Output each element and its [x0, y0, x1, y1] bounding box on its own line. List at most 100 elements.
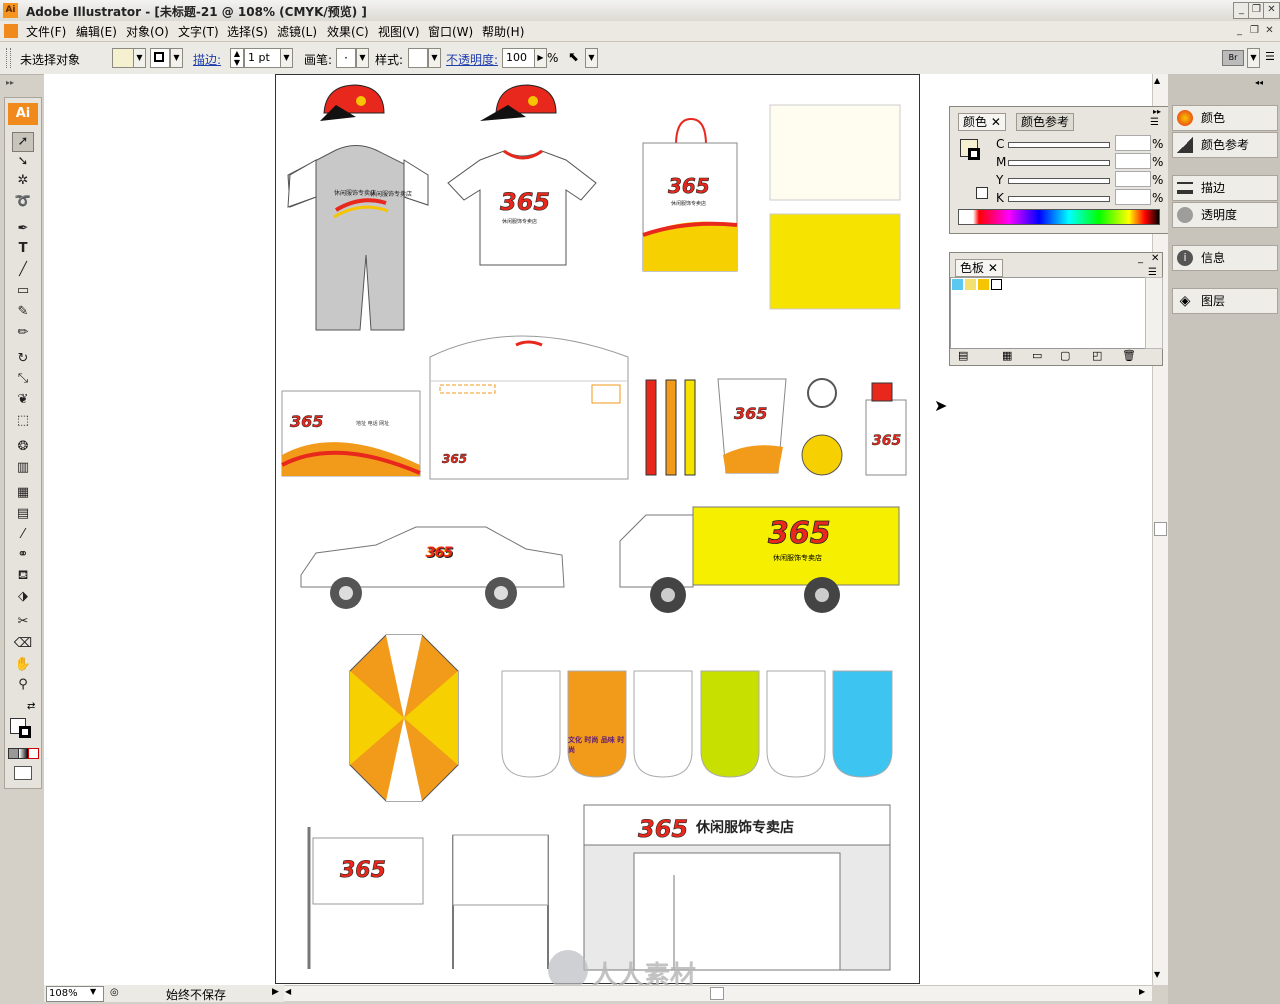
scroll-up-icon[interactable]: ▲: [1154, 76, 1160, 85]
graph-tool-icon[interactable]: ▥: [13, 459, 33, 477]
stroke-stepper[interactable]: ▲ ▼: [230, 48, 244, 68]
grip-icon[interactable]: [6, 48, 11, 68]
panel-menu-icon[interactable]: ☰: [1265, 50, 1275, 63]
channel-c-field[interactable]: [1115, 135, 1151, 151]
swatch[interactable]: [965, 279, 976, 290]
new-swatch-icon[interactable]: ◰: [1092, 349, 1102, 362]
swap-colors-icon[interactable]: ⇄: [27, 701, 35, 712]
color-panel-menu-icon[interactable]: ☰: [1150, 117, 1159, 128]
paintbrush-tool-icon[interactable]: ✎: [13, 303, 33, 321]
out-of-gamut-icon[interactable]: [976, 187, 988, 199]
symbol-sprayer-tool-icon[interactable]: ❂: [13, 438, 33, 456]
dock-item-stroke[interactable]: 描边: [1172, 175, 1278, 201]
scroll-down-icon[interactable]: ▼: [1154, 970, 1160, 979]
none-mode-icon[interactable]: [28, 748, 39, 759]
swatch[interactable]: [952, 279, 963, 290]
bridge-icon[interactable]: Br: [1222, 50, 1244, 66]
pen-tool-icon[interactable]: ✒: [13, 220, 33, 238]
direct-selection-tool-icon[interactable]: ➘: [13, 153, 33, 171]
swatches-panel-close-icon[interactable]: ✕: [1151, 253, 1159, 264]
color-spectrum[interactable]: [958, 209, 1160, 225]
mesh-tool-icon[interactable]: ▦: [13, 484, 33, 502]
zoom-tool-icon[interactable]: ⚲: [13, 676, 33, 694]
warp-tool-icon[interactable]: ❦: [13, 391, 33, 409]
toolbox-collapse-icon[interactable]: ▸▸: [6, 78, 14, 87]
opacity-field[interactable]: 100: [502, 48, 537, 68]
close-icon[interactable]: ✕: [1263, 2, 1280, 19]
opacity-label[interactable]: 不透明度:: [446, 51, 498, 68]
horizontal-scrollbar[interactable]: ◀ ▶: [282, 985, 1152, 1001]
stroke-color-icon[interactable]: [19, 726, 31, 738]
tab-color[interactable]: 颜色 ✕: [958, 113, 1006, 131]
pencil-tool-icon[interactable]: ✏: [13, 324, 33, 342]
swatch-options-icon[interactable]: ▭: [1032, 349, 1042, 362]
selection-options-icon[interactable]: ⬉: [568, 50, 579, 65]
blend-tool-icon[interactable]: ⚭: [13, 546, 33, 564]
channel-k-field[interactable]: [1115, 189, 1151, 205]
brush-dropdown[interactable]: ▼: [356, 48, 369, 68]
scale-tool-icon[interactable]: ⤡: [13, 370, 33, 388]
swatches-panel-minimize-icon[interactable]: _: [1138, 253, 1143, 264]
delete-swatch-icon[interactable]: 🗑: [1122, 349, 1136, 362]
channel-k-slider[interactable]: [1008, 196, 1110, 202]
artboard[interactable]: 休闲服饰专卖店 365 休闲服饰专卖店 365 休闲服饰专卖店 365 365 …: [275, 74, 920, 984]
dock-item-info[interactable]: i 信息: [1172, 245, 1278, 271]
rectangle-tool-icon[interactable]: ▭: [13, 282, 33, 300]
dock-item-color-guide[interactable]: 颜色参考: [1172, 132, 1278, 158]
gradient-tool-icon[interactable]: ▤: [13, 505, 33, 523]
bridge-dropdown[interactable]: ▼: [1247, 48, 1260, 68]
live-paint-tool-icon[interactable]: ⛾: [13, 567, 33, 585]
magic-wand-tool-icon[interactable]: ✲: [13, 172, 33, 190]
doc-restore-icon[interactable]: ❐: [1248, 24, 1261, 37]
menu-help[interactable]: 帮助(H): [482, 23, 524, 40]
stroke-weight-field[interactable]: 1 pt: [244, 48, 285, 68]
dock-item-color[interactable]: 颜色: [1172, 105, 1278, 131]
channel-c-slider[interactable]: [1008, 142, 1110, 148]
show-swatch-kinds-icon[interactable]: ▦: [1002, 349, 1012, 362]
menu-type[interactable]: 文字(T): [178, 23, 219, 40]
fill-dropdown[interactable]: ▼: [133, 48, 146, 68]
menu-object[interactable]: 对象(O): [126, 23, 169, 40]
slice-tool-icon[interactable]: ✂: [13, 613, 33, 631]
menu-view[interactable]: 视图(V): [378, 23, 420, 40]
stroke-dropdown[interactable]: ▼: [170, 48, 183, 68]
dock-item-layers[interactable]: ◈ 图层: [1172, 288, 1278, 314]
color-panel-collapse-icon[interactable]: ▸▸: [1153, 107, 1161, 116]
menu-file[interactable]: 文件(F): [26, 23, 66, 40]
stroke-weight-dropdown[interactable]: ▼: [280, 48, 293, 68]
eraser-tool-icon[interactable]: ⌫: [13, 635, 33, 653]
line-tool-icon[interactable]: ╱: [13, 261, 33, 279]
stroke-preview-icon[interactable]: [968, 148, 980, 160]
tab-color-guide[interactable]: 颜色参考: [1016, 113, 1075, 131]
horizontal-scroll-thumb[interactable]: [710, 987, 724, 1000]
brush-field[interactable]: ·: [336, 48, 356, 68]
dock-item-transparency[interactable]: 透明度: [1172, 202, 1278, 228]
doc-close-icon[interactable]: ✕: [1263, 24, 1276, 37]
menu-filter[interactable]: 滤镜(L): [277, 23, 317, 40]
tab-swatches[interactable]: 色板 ✕: [955, 259, 1003, 277]
swatch[interactable]: [978, 279, 989, 290]
menu-select[interactable]: 选择(S): [227, 23, 268, 40]
dock-collapse-icon[interactable]: ◂◂: [1255, 78, 1263, 87]
free-transform-tool-icon[interactable]: ⬚: [13, 412, 33, 430]
opacity-dropdown[interactable]: ▶: [534, 48, 547, 68]
vertical-scroll-thumb[interactable]: [1154, 522, 1167, 536]
channel-m-slider[interactable]: [1008, 160, 1110, 166]
status-menu-icon[interactable]: ▶: [272, 987, 279, 997]
fill-swatch[interactable]: [112, 48, 134, 68]
stroke-label[interactable]: 描边:: [193, 51, 221, 68]
new-color-group-icon[interactable]: ▢: [1060, 349, 1070, 362]
screen-mode-icon[interactable]: [14, 766, 32, 780]
eyedropper-tool-icon[interactable]: ⁄: [13, 526, 33, 544]
swatch[interactable]: [991, 279, 1002, 290]
swatch-libraries-icon[interactable]: ▤: [958, 349, 968, 362]
swatch-scrollbar[interactable]: [1145, 277, 1163, 349]
menu-effect[interactable]: 效果(C): [327, 23, 369, 40]
zoom-dropdown[interactable]: ▼: [90, 987, 96, 996]
channel-y-slider[interactable]: [1008, 178, 1110, 184]
document-icon[interactable]: [4, 24, 18, 38]
menu-edit[interactable]: 编辑(E): [76, 23, 117, 40]
rotate-tool-icon[interactable]: ↻: [13, 350, 33, 368]
stroke-swatch[interactable]: [150, 48, 170, 68]
scroll-right-icon[interactable]: ▶: [1139, 987, 1145, 996]
